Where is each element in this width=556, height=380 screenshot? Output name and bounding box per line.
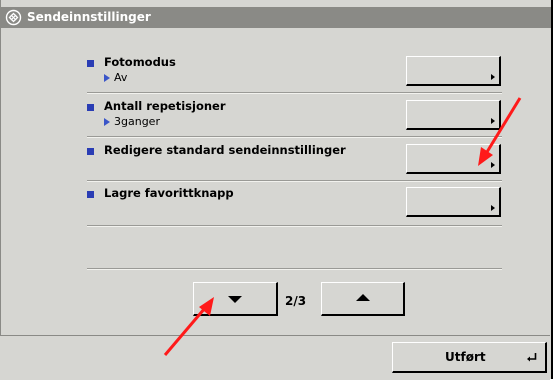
divider xyxy=(87,181,502,182)
value-marker-icon xyxy=(104,74,110,82)
setting-value-photo-mode: Av xyxy=(104,71,127,84)
save-favorite-button[interactable] xyxy=(406,187,501,217)
bullet-icon xyxy=(87,60,94,67)
title-bar: Sendeinnstillinger xyxy=(1,7,551,28)
setting-label-edit-defaults: Redigere standard sendeinnstillinger xyxy=(104,143,346,157)
down-triangle-icon xyxy=(228,296,242,303)
page-down-button[interactable] xyxy=(193,282,278,316)
divider xyxy=(87,226,502,227)
done-label: Utført xyxy=(445,350,486,364)
arrow-right-icon xyxy=(491,162,495,168)
bullet-icon xyxy=(87,148,94,155)
value-marker-icon xyxy=(104,118,110,126)
enter-icon xyxy=(527,353,537,362)
bullet-icon xyxy=(87,191,94,198)
setting-label-photo-mode: Fotomodus xyxy=(104,55,176,69)
dialog-panel: Sendeinnstillinger Fotomodus Av Antall r… xyxy=(0,0,553,379)
divider xyxy=(87,137,502,138)
up-triangle-icon xyxy=(355,294,370,301)
page-up-button[interactable] xyxy=(321,282,405,316)
setting-label-repetitions: Antall repetisjoner xyxy=(104,99,226,113)
done-button[interactable]: Utført xyxy=(392,342,547,373)
page-title: Sendeinnstillinger xyxy=(27,10,151,24)
bullet-icon xyxy=(87,104,94,111)
setting-label-save-favorite: Lagre favorittknapp xyxy=(104,186,234,200)
arrow-right-icon xyxy=(491,118,495,124)
setting-value-repetitions: 3ganger xyxy=(104,115,160,128)
arrow-right-icon xyxy=(491,74,495,80)
divider xyxy=(87,93,502,94)
edit-defaults-button[interactable] xyxy=(406,144,501,174)
divider xyxy=(87,269,502,270)
photo-mode-button[interactable] xyxy=(406,56,501,86)
arrow-right-icon xyxy=(491,205,495,211)
page-indicator: 2/3 xyxy=(285,294,307,308)
repetitions-button[interactable] xyxy=(406,100,501,130)
send-settings-icon xyxy=(5,9,22,26)
